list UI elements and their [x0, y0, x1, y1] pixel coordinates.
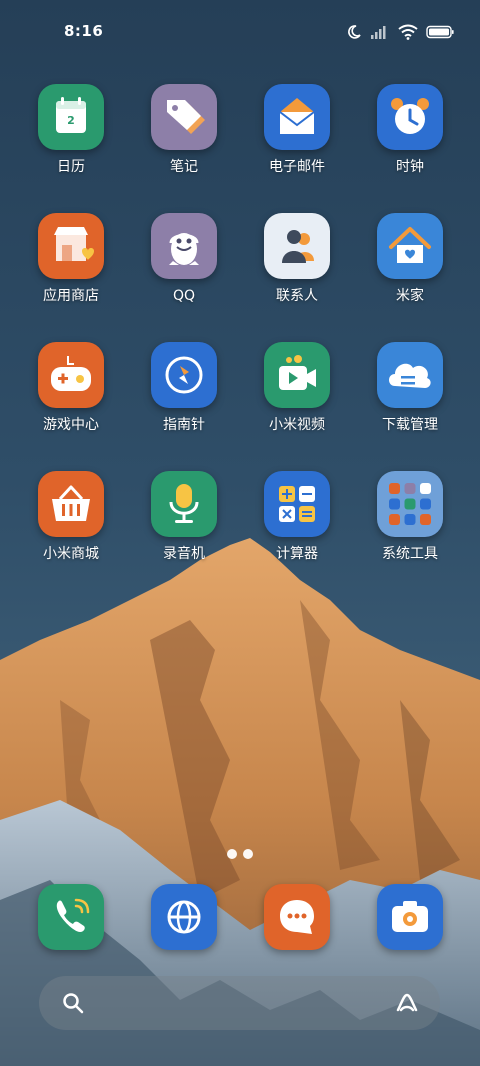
alarm-clock-icon [377, 84, 443, 150]
app-app-store[interactable]: 应用商店 [21, 213, 121, 305]
phone-icon[interactable] [38, 884, 104, 950]
app-calendar[interactable]: 2 日历 [21, 84, 121, 176]
envelope-icon [264, 84, 330, 150]
note-tag-icon [151, 84, 217, 150]
status-bar: 8:16 [0, 0, 480, 62]
app-qq[interactable]: QQ [134, 213, 234, 305]
messages-icon[interactable] [264, 884, 330, 950]
app-compass[interactable]: 指南针 [134, 342, 234, 434]
app-label: 电子邮件 [269, 159, 325, 175]
folder-icon [377, 471, 443, 537]
app-calculator[interactable]: 计算器 [247, 471, 347, 563]
assistant-icon[interactable] [394, 990, 420, 1016]
app-label: 日历 [57, 159, 85, 175]
penguin-icon [151, 213, 217, 279]
app-label: QQ [172, 288, 196, 304]
gamepad-icon [38, 342, 104, 408]
cloud-download-icon [377, 342, 443, 408]
app-mi-video[interactable]: 小米视频 [247, 342, 347, 434]
calculator-icon [264, 471, 330, 537]
app-recorder[interactable]: 录音机 [134, 471, 234, 563]
app-notes[interactable]: 笔记 [134, 84, 234, 176]
app-label: 游戏中心 [43, 417, 99, 433]
app-label: 应用商店 [43, 288, 99, 304]
app-label: 米家 [396, 288, 424, 304]
browser-globe-icon[interactable] [151, 884, 217, 950]
app-downloads[interactable]: 下载管理 [360, 342, 460, 434]
basket-icon [38, 471, 104, 537]
battery-icon [426, 25, 454, 39]
contacts-icon [264, 213, 330, 279]
app-label: 指南针 [163, 417, 205, 433]
app-email[interactable]: 电子邮件 [247, 84, 347, 176]
video-icon [264, 342, 330, 408]
search-bar[interactable] [39, 976, 440, 1030]
app-mi-store[interactable]: 小米商城 [21, 471, 121, 563]
camera-icon[interactable] [377, 884, 443, 950]
page-indicator [0, 849, 480, 859]
store-icon [38, 213, 104, 279]
app-game-center[interactable]: 游戏中心 [21, 342, 121, 434]
microphone-icon [151, 471, 217, 537]
app-label: 小米商城 [43, 546, 99, 562]
app-label: 时钟 [396, 159, 424, 175]
page-dot-1[interactable] [227, 849, 237, 859]
app-label: 录音机 [163, 546, 205, 562]
app-label: 小米视频 [269, 417, 325, 433]
status-time: 8:16 [64, 22, 104, 40]
app-label: 系统工具 [382, 546, 438, 562]
app-clock[interactable]: 时钟 [360, 84, 460, 176]
wifi-icon [398, 24, 418, 40]
calendar-day: 2 [67, 114, 75, 127]
do-not-disturb-moon-icon [348, 25, 361, 39]
search-icon [63, 993, 84, 1014]
page-dot-2[interactable] [243, 849, 253, 859]
app-label: 下载管理 [382, 417, 438, 433]
dock [0, 884, 480, 950]
home-icon [377, 213, 443, 279]
status-icons [346, 22, 454, 42]
compass-icon [151, 342, 217, 408]
app-mi-home[interactable]: 米家 [360, 213, 460, 305]
app-label: 笔记 [170, 159, 198, 175]
app-contacts[interactable]: 联系人 [247, 213, 347, 305]
app-label: 计算器 [276, 546, 318, 562]
app-label: 联系人 [276, 288, 318, 304]
calendar-icon: 2 [38, 84, 104, 150]
signal-icon [371, 26, 386, 39]
app-system-tools-folder[interactable]: 系统工具 [360, 471, 460, 563]
